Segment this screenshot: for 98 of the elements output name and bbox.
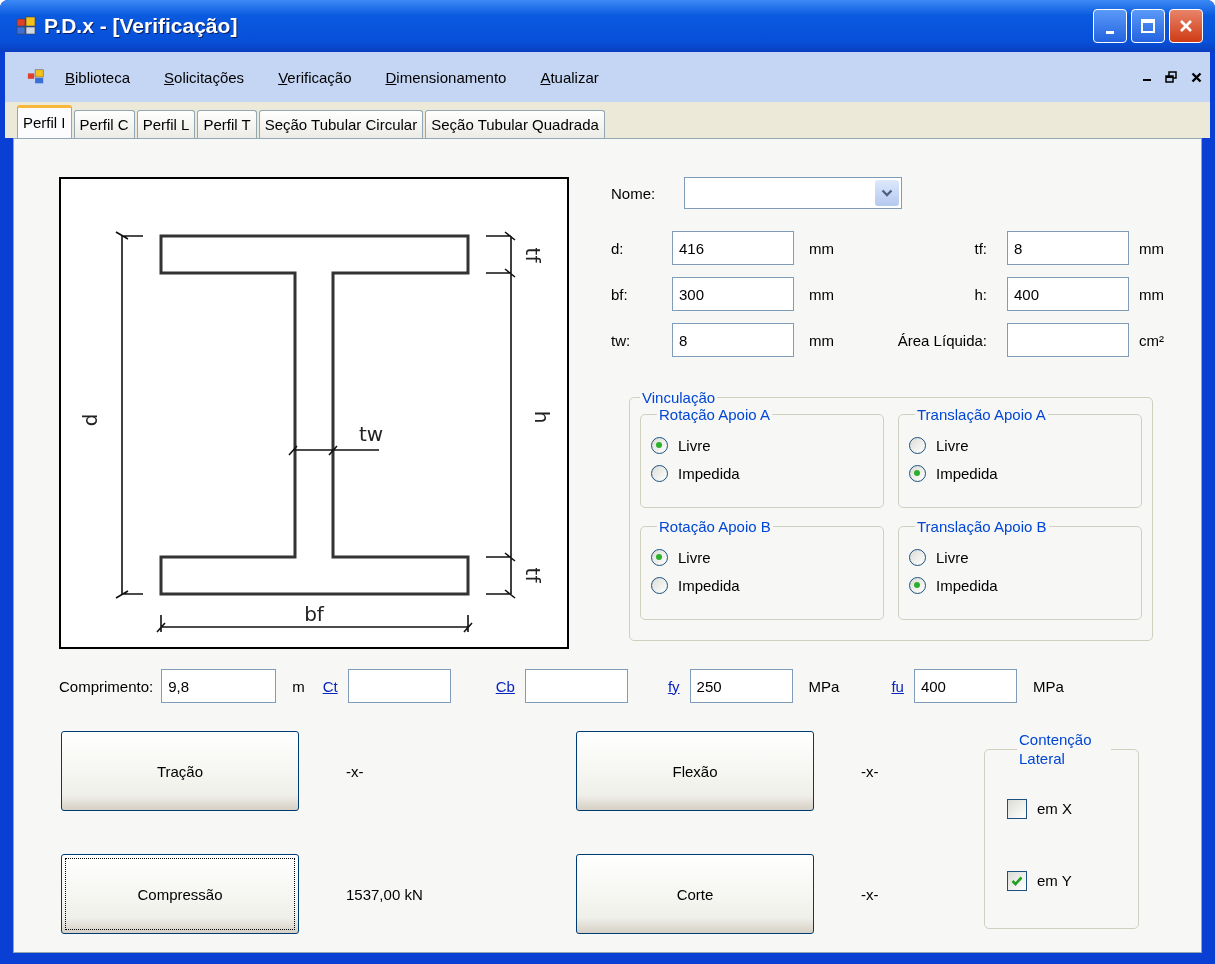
menu-item[interactable]: Biblioteca (65, 68, 131, 86)
dimension-label: tw (359, 422, 384, 446)
dimension-label: d (78, 413, 102, 427)
parameter-link[interactable]: Cb (495, 677, 515, 695)
text-field[interactable]: 8 (672, 323, 794, 357)
field-label: Comprimento: (59, 677, 154, 695)
unit-label: mm (808, 331, 835, 349)
radio-label[interactable]: Livre (678, 436, 711, 454)
parameter-link[interactable]: fy (667, 677, 680, 695)
radio-button[interactable] (651, 548, 668, 566)
unit-label: mm (808, 239, 835, 257)
checkbox[interactable] (1007, 798, 1027, 819)
radio-button[interactable] (909, 576, 926, 594)
text-field[interactable] (347, 669, 451, 703)
action-button[interactable]: Flexão (576, 731, 814, 811)
text-field[interactable] (1007, 323, 1129, 357)
text-field[interactable] (524, 669, 628, 703)
text-field[interactable]: 8 (1007, 231, 1129, 265)
radio-button[interactable] (651, 576, 668, 594)
dimension-label: tf (521, 567, 545, 583)
chevron-down-icon (881, 189, 893, 197)
restore-icon (1165, 71, 1177, 83)
menu-item[interactable]: Verificação (278, 68, 352, 86)
action-button[interactable]: Tração (61, 731, 299, 811)
result-text: -x- (861, 885, 879, 903)
field-label: tw: (611, 331, 632, 349)
radio-button[interactable] (651, 436, 668, 454)
field-label: bf: (611, 285, 629, 303)
parameter-link[interactable]: Ct (322, 677, 338, 695)
name-dropdown[interactable] (684, 177, 902, 209)
radio-button[interactable] (909, 436, 926, 454)
result-text: 1537,00 kN (346, 885, 423, 903)
unit-label: cm² (1138, 331, 1164, 349)
menu-item[interactable]: Solicitações (164, 68, 245, 86)
app-icon[interactable] (27, 68, 45, 86)
maximize-icon (1140, 18, 1156, 34)
checkmark-icon (1011, 875, 1023, 886)
tab[interactable]: Perfil L (136, 110, 196, 138)
menu-item[interactable]: Atualizar (540, 68, 599, 86)
tab[interactable]: Perfil I (17, 105, 72, 138)
action-button[interactable]: Corte (576, 854, 814, 934)
text-field[interactable]: 416 (672, 231, 794, 265)
result-text: -x- (861, 762, 879, 780)
dimension-label: tf (521, 247, 545, 263)
tab[interactable]: Seção Tubular Circular (258, 110, 424, 138)
radio-label[interactable]: Livre (936, 436, 969, 454)
dimension-label: h (530, 410, 554, 424)
checkbox[interactable] (1007, 870, 1027, 891)
unit-label: MPa (1032, 677, 1064, 695)
window-title: P.D.x - [Verificação] (44, 14, 238, 38)
text-field[interactable]: 400 (913, 669, 1017, 703)
group-title: Rotação Apoio A (658, 406, 771, 423)
result-text: -x- (346, 762, 364, 780)
unit-label: mm (808, 285, 835, 303)
checkbox-label[interactable]: em X (1037, 800, 1072, 817)
radio-label[interactable]: Impedida (936, 464, 998, 482)
radio-label[interactable]: Impedida (936, 576, 998, 594)
radio-label[interactable]: Impedida (678, 576, 740, 594)
text-field[interactable]: 300 (672, 277, 794, 311)
app-icon (16, 16, 36, 36)
group-title: Translação Apoio A (916, 406, 1047, 423)
text-field[interactable]: 250 (689, 669, 793, 703)
minimize-icon (1106, 31, 1114, 34)
menu-item[interactable]: Dimensionamento (385, 68, 507, 86)
tab[interactable]: Seção Tubular Quadrada (425, 110, 605, 138)
tab[interactable]: Perfil C (73, 110, 135, 138)
dropdown-button[interactable] (875, 180, 899, 206)
radio-label[interactable]: Livre (678, 548, 711, 566)
unit-label: mm (1138, 239, 1164, 257)
unit-label: mm (1138, 285, 1164, 303)
unit-label: m (292, 677, 305, 695)
field-label: Nome: (611, 184, 657, 202)
minimize-icon (1143, 79, 1151, 81)
radio-button[interactable] (651, 464, 668, 482)
text-field[interactable]: 400 (1007, 277, 1129, 311)
action-button[interactable]: Compressão (61, 854, 299, 934)
field-label: h: (973, 285, 988, 303)
field-label: Área Líquida: (896, 331, 988, 349)
restore-button[interactable] (1163, 69, 1179, 85)
group-title: Vinculação (641, 389, 717, 406)
group-title: Rotação Apoio B (658, 518, 772, 535)
field-label: tf: (973, 239, 988, 257)
dimension-label: bf (304, 602, 324, 626)
maximize-button[interactable] (1131, 9, 1165, 43)
field-label: d: (611, 239, 625, 257)
checkbox-label[interactable]: em Y (1037, 872, 1072, 889)
radio-label[interactable]: Livre (936, 548, 969, 566)
tab[interactable]: Perfil T (197, 110, 257, 138)
close-icon (1191, 71, 1202, 83)
unit-label: MPa (808, 677, 840, 695)
radio-button[interactable] (909, 464, 926, 482)
text-field[interactable]: 9,8 (161, 669, 277, 703)
group-title: Translação Apoio B (916, 518, 1048, 535)
group-title: Contenção Lateral (1018, 731, 1093, 769)
close-icon (1178, 18, 1194, 34)
parameter-link[interactable]: fu (891, 677, 904, 695)
radio-label[interactable]: Impedida (678, 464, 740, 482)
radio-button[interactable] (909, 548, 926, 566)
